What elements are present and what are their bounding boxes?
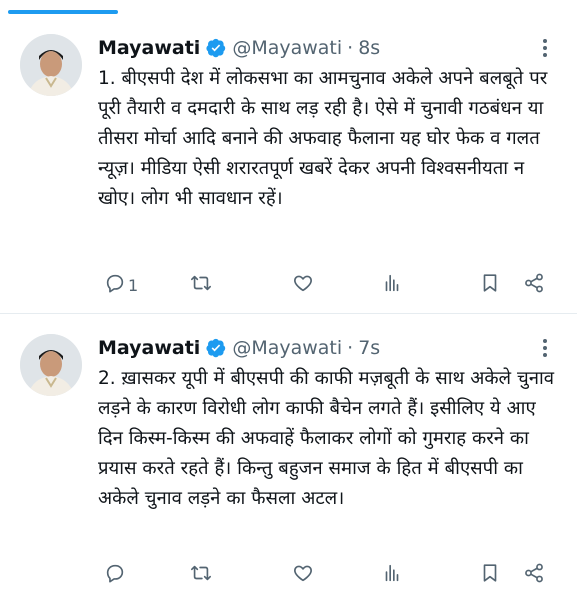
reply-count: 1 (128, 275, 139, 295)
reply-button[interactable]: 1 (104, 272, 138, 298)
separator: · (347, 337, 354, 359)
tweet-actions: 1 (98, 272, 548, 298)
tweet-header: Mayawati @Mayawati · 8s (98, 34, 380, 62)
share-button[interactable] (523, 272, 545, 298)
tweet-text: 2. ख़ासकर यूपी में बीएसपी की काफी मज़बूत… (98, 368, 560, 509)
avatar[interactable] (20, 334, 82, 396)
timestamp[interactable]: 8s (358, 37, 380, 59)
retweet-icon (190, 272, 212, 298)
display-name[interactable]: Mayawati (98, 37, 200, 59)
views-button[interactable] (381, 272, 403, 298)
views-button[interactable] (381, 562, 403, 588)
bookmark-button[interactable] (479, 562, 501, 588)
views-icon (381, 562, 403, 588)
verified-badge-icon (206, 338, 226, 358)
avatar[interactable] (20, 34, 82, 96)
tweet[interactable]: Mayawati @Mayawati · 7s 2. ख़ासकर यूपी म… (0, 314, 577, 600)
bookmark-button[interactable] (479, 272, 501, 298)
share-icon (523, 272, 545, 298)
more-icon[interactable] (533, 38, 557, 58)
handle[interactable]: @Mayawati (232, 37, 342, 59)
verified-badge-icon (206, 38, 226, 58)
retweet-icon (190, 562, 212, 588)
reply-button[interactable] (104, 562, 128, 588)
tweet-text: 1. बीएसपी देश में लोकसभा का आमचुनाव अकेल… (98, 68, 554, 209)
retweet-button[interactable] (190, 272, 212, 298)
tweet[interactable]: Mayawati @Mayawati · 8s 1. बीएसपी देश मे… (0, 14, 577, 314)
share-button[interactable] (523, 562, 545, 588)
separator: · (347, 37, 354, 59)
timestamp[interactable]: 7s (358, 337, 380, 359)
like-button[interactable] (292, 272, 314, 298)
handle[interactable]: @Mayawati (232, 337, 342, 359)
retweet-button[interactable] (190, 562, 212, 588)
views-icon (381, 272, 403, 298)
bookmark-icon (479, 272, 501, 298)
display-name[interactable]: Mayawati (98, 337, 200, 359)
heart-icon (292, 562, 314, 588)
share-icon (523, 562, 545, 588)
heart-icon (292, 272, 314, 298)
bookmark-icon (479, 562, 501, 588)
tweet-header: Mayawati @Mayawati · 7s (98, 334, 380, 362)
more-icon[interactable] (533, 338, 557, 358)
reply-icon (104, 562, 126, 588)
reply-icon (104, 272, 126, 298)
tweet-actions (98, 562, 548, 588)
like-button[interactable] (292, 562, 314, 588)
